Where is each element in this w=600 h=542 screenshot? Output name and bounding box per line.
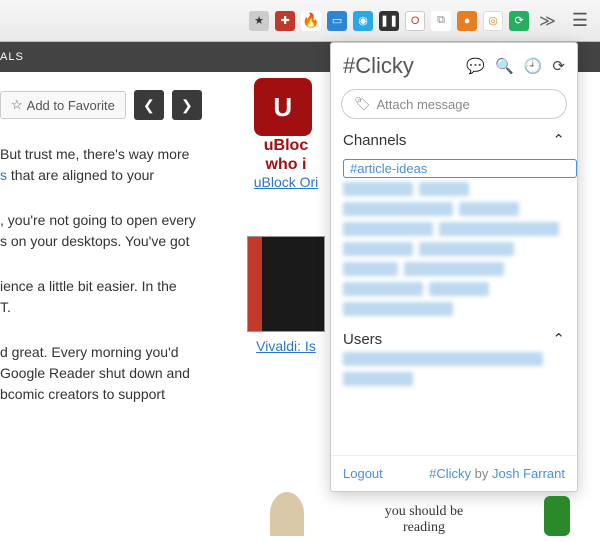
bookmark-star-icon[interactable]: ★: [249, 11, 269, 31]
vivaldi-thumbnail: [247, 236, 325, 332]
chat-icon[interactable]: 💬: [466, 57, 485, 75]
channel-chip[interactable]: #article-ideas: [343, 159, 577, 178]
extension-icon-orange[interactable]: ●: [457, 11, 477, 31]
ublock-logo-icon: U: [254, 78, 312, 136]
blurred-item: [343, 262, 398, 276]
attach-message-input[interactable]: 🏷 Attach message: [341, 89, 567, 119]
popup-title: #Clicky: [343, 53, 414, 79]
blurred-item: [429, 282, 489, 296]
channels-section-header: Channels ⌃: [331, 127, 577, 153]
blurred-item: [343, 222, 433, 236]
dilbert-figure: [270, 492, 304, 536]
blurred-item: [419, 242, 514, 256]
blurred-item: [343, 242, 413, 256]
article-mid-column: U uBloc who i uBlock Ori Vivaldi: Is: [245, 78, 327, 354]
vivaldi-card: Vivaldi: Is: [247, 236, 325, 354]
blurred-item: [404, 262, 504, 276]
ublock-card: U uBloc who i uBlock Ori: [254, 78, 319, 190]
users-blurred-list: [343, 352, 565, 386]
clock-icon[interactable]: 🕘: [524, 57, 543, 75]
popup-header: #Clicky 💬 🔍 🕘 ⟳: [331, 43, 577, 85]
extension-icon-ring[interactable]: ◎: [483, 11, 503, 31]
users-label: Users: [343, 331, 382, 348]
popup-footer: Logout #Clicky by Josh Farrant: [331, 455, 577, 491]
vivaldi-link[interactable]: Vivaldi: Is: [247, 338, 325, 354]
strip-label: ALS: [0, 51, 24, 63]
logout-link[interactable]: Logout: [343, 466, 383, 481]
article-paragraph-1: But trust me, there's way more s that ar…: [0, 144, 225, 186]
blurred-item: [343, 282, 423, 296]
channels-blurred-list: [343, 182, 565, 316]
search-icon[interactable]: 🔍: [495, 57, 514, 75]
popup-action-icons: 💬 🔍 🕘 ⟳: [466, 57, 565, 75]
article-left-column: ☆ Add to Favorite ❮ ❯ But trust me, ther…: [0, 90, 235, 405]
author-link[interactable]: Josh Farrant: [492, 466, 565, 481]
pause-icon[interactable]: ❚❚: [379, 11, 399, 31]
extension-icon-gray[interactable]: ⧉: [431, 11, 451, 31]
channels-collapse-icon[interactable]: ⌃: [552, 131, 565, 149]
favorite-row: ☆ Add to Favorite ❮ ❯: [0, 90, 225, 120]
add-to-favorite-button[interactable]: ☆ Add to Favorite: [0, 91, 126, 119]
camera-icon[interactable]: ◉: [353, 11, 373, 31]
cast-icon[interactable]: ▭: [327, 11, 347, 31]
article-paragraph-3: ience a little bit easier. In the T.: [0, 276, 225, 318]
clicky-extension-icon[interactable]: ⟳: [509, 11, 529, 31]
browser-toolbar: ★ ✚ 🔥 ▭ ◉ ❚❚ O ⧉ ● ◎ ⟳ ≫ ☰: [0, 0, 600, 42]
attach-placeholder: Attach message: [377, 97, 470, 112]
article-paragraph-2: , you're not going to open every s on yo…: [0, 210, 225, 252]
next-button[interactable]: ❯: [172, 90, 202, 120]
blurred-item: [343, 372, 413, 386]
channels-label: Channels: [343, 132, 406, 149]
comic-text: you should be reading: [385, 504, 464, 536]
users-section-header: Users ⌃: [331, 326, 577, 352]
comic-background: you should be reading: [270, 492, 570, 536]
popup-credit: #Clicky by Josh Farrant: [429, 466, 565, 481]
brand-link[interactable]: #Clicky: [429, 466, 471, 481]
ublock-link[interactable]: uBlock Ori: [254, 174, 319, 190]
users-collapse-icon[interactable]: ⌃: [552, 330, 565, 348]
favorite-label: Add to Favorite: [27, 98, 115, 113]
tag-icon: 🏷: [354, 96, 371, 112]
flame-icon[interactable]: 🔥: [301, 11, 321, 31]
blurred-item: [343, 182, 413, 196]
ublock-subtitle: who i: [254, 155, 319, 174]
blurred-item: [343, 202, 453, 216]
blurred-item: [343, 302, 453, 316]
extension-icon-red[interactable]: ✚: [275, 11, 295, 31]
prev-button[interactable]: ❮: [134, 90, 164, 120]
opera-icon[interactable]: O: [405, 11, 425, 31]
blurred-item: [419, 182, 469, 196]
refresh-icon[interactable]: ⟳: [552, 57, 565, 75]
star-icon: ☆: [11, 97, 23, 113]
article-paragraph-4: d great. Every morning you'd Google Read…: [0, 342, 225, 405]
ublock-title: uBloc: [254, 136, 319, 155]
toolbar-overflow-icon[interactable]: ≫: [535, 11, 560, 31]
article-link[interactable]: s: [0, 167, 7, 183]
blurred-item: [459, 202, 519, 216]
blurred-item: [343, 352, 543, 366]
blurred-item: [439, 222, 559, 236]
clicky-popup: #Clicky 💬 🔍 🕘 ⟳ 🏷 Attach message Channel…: [330, 42, 578, 492]
green-figure: [544, 496, 570, 536]
hamburger-menu-icon[interactable]: ☰: [566, 10, 594, 31]
